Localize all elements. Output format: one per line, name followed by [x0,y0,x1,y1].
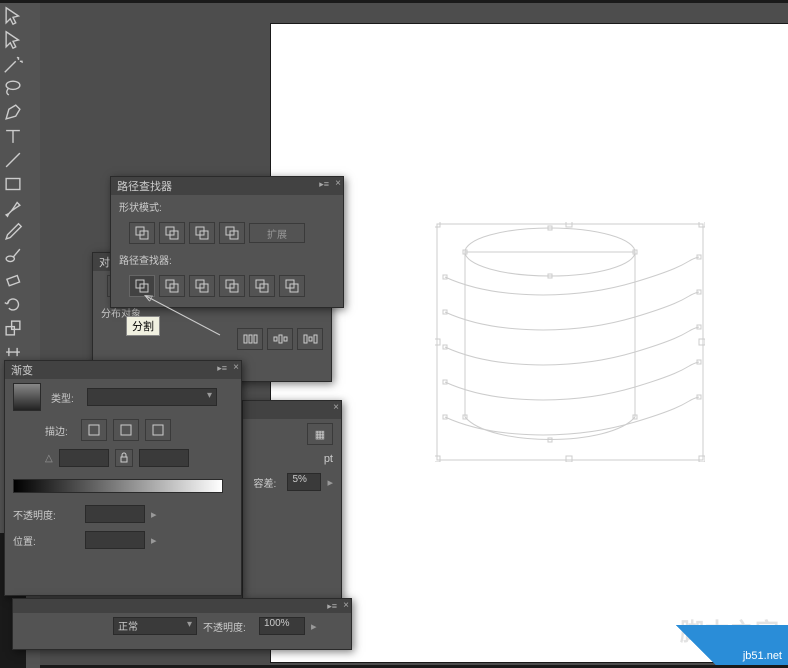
shape-mode-exclude[interactable] [219,222,245,244]
aspect-field[interactable] [139,449,189,467]
panel-tab-pathfinder[interactable]: 路径查找器 ▸≡ × [111,177,343,195]
shape-mode-intersect[interactable] [189,222,215,244]
panel-menu-icon[interactable]: ▸≡ [327,601,337,612]
stroke-grad-across[interactable] [145,419,171,441]
watermark-banner: jb51.net [668,625,788,665]
gradient-ramp[interactable] [13,479,223,493]
expand-button[interactable]: 扩展 [249,223,305,243]
bg-unit: pt [324,453,333,465]
close-icon[interactable]: × [343,600,349,611]
rectangle-tool[interactable] [2,173,24,195]
stop-opacity-field[interactable] [85,505,145,523]
gradient-panel[interactable]: 渐变 ▸≡ × 类型: 描边: △ 不透明度: ▸ 位置: ▸ [4,360,242,596]
eraser-tool[interactable] [2,269,24,291]
panel-menu-icon[interactable]: ▸≡ [319,179,329,190]
tolerance-field[interactable]: 5% [287,473,321,491]
angle-field[interactable] [59,449,109,467]
gradient-swatch[interactable] [13,383,41,411]
stroke-grad-along[interactable] [113,419,139,441]
shape-mode-minus-front[interactable] [159,222,185,244]
distribute-h-right[interactable] [297,328,323,350]
aspect-lock[interactable] [115,449,133,467]
artwork-selection[interactable] [435,222,705,462]
stroke-grad-within[interactable] [81,419,107,441]
shape-modes-label: 形状模式: [119,199,185,214]
pencil-tool[interactable] [2,221,24,243]
scale-tool[interactable] [2,317,24,339]
panel-tab-transparency[interactable]: ▸≡ × [13,599,351,613]
transparency-panel[interactable]: ▸≡ × 正常 不透明度: 100% ▸ [12,598,352,650]
opacity-label: 不透明度: [13,507,79,522]
pathfinders-label: 路径查找器: [119,252,185,267]
pathfinder-minus-back[interactable] [279,275,305,297]
close-icon[interactable]: × [335,178,341,189]
align-tab-label: 对 [99,254,110,270]
distribute-h-center[interactable] [267,328,293,350]
selection-tool[interactable] [2,5,24,27]
panel-menu-icon[interactable]: ▸≡ [217,363,227,374]
rotate-tool[interactable] [2,293,24,315]
blend-mode-select[interactable]: 正常 [113,617,197,635]
opacity-label-2: 不透明度: [203,619,253,634]
lasso-tool[interactable] [2,77,24,99]
opacity-field[interactable]: 100% [259,617,305,635]
stop-position-field[interactable] [85,531,145,549]
pathfinder-outline[interactable] [249,275,275,297]
magic-wand-tool[interactable] [2,53,24,75]
type-label: 类型: [51,390,81,405]
tolerance-label: 容差: [253,475,281,490]
gradient-title: 渐变 [11,362,33,378]
gradient-type-select[interactable] [87,388,217,406]
shape-mode-unite[interactable] [129,222,155,244]
pathfinder-panel[interactable]: 路径查找器 ▸≡ × 形状模式: 扩展 路径查找器: [110,176,344,308]
stroke-label: 描边: [45,423,75,438]
close-icon[interactable]: × [233,362,239,373]
position-label: 位置: [13,533,79,548]
panel-tab-bg[interactable]: × [243,401,341,419]
blob-brush-tool[interactable] [2,245,24,267]
paintbrush-tool[interactable] [2,197,24,219]
pathfinder-title: 路径查找器 [117,178,172,194]
type-tool[interactable] [2,125,24,147]
panel-tab-gradient[interactable]: 渐变 ▸≡ × [5,361,241,379]
direct-selection-tool[interactable] [2,29,24,51]
line-tool[interactable] [2,149,24,171]
tooltip-divide: 分割 [126,316,160,336]
pen-tool[interactable] [2,101,24,123]
close-icon[interactable]: × [333,402,339,413]
bg-icon-1[interactable]: ▦ [307,423,333,445]
distribute-h-left[interactable] [237,328,263,350]
background-panel[interactable]: × ▦ pt 容差: 5% ▸ [242,400,342,600]
